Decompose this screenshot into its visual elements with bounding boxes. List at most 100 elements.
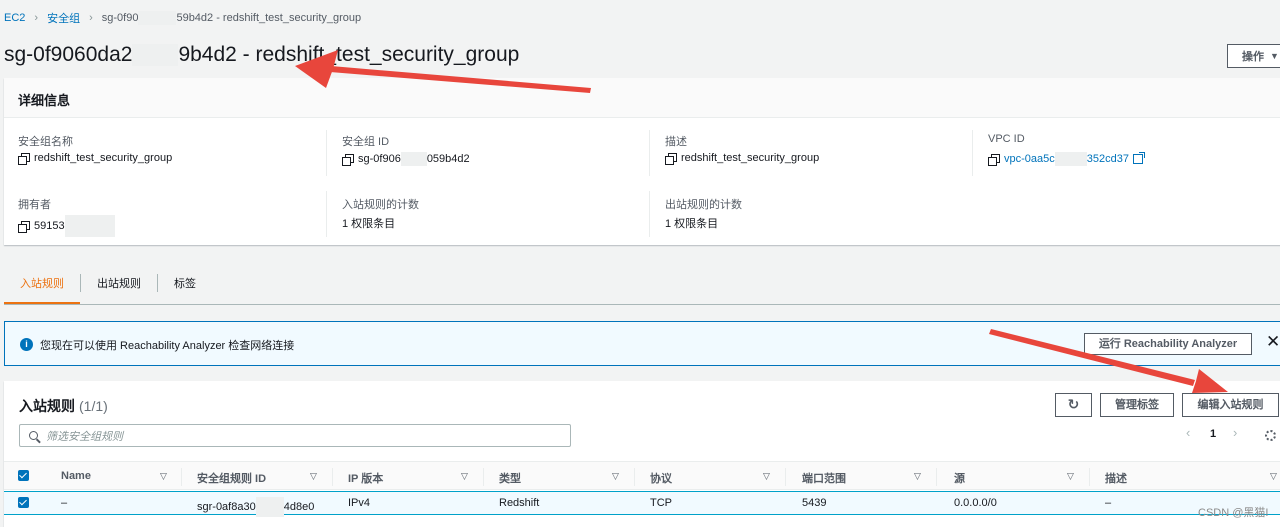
sort-caret-icon[interactable]: ▽: [310, 471, 317, 482]
redacted-mask: [1054, 152, 1087, 166]
breadcrumb-current: sg-0f90 59b4d2 - redshift_test_security_g…: [101, 11, 362, 25]
sort-caret-icon[interactable]: ▽: [612, 471, 619, 482]
page-number[interactable]: 1: [1210, 428, 1216, 440]
breadcrumb-security-groups[interactable]: 安全组: [47, 10, 80, 26]
breadcrumb: EC2 › 安全组 › sg-0f90 59b4d2 - redshift_tes…: [4, 10, 361, 26]
redacted-mask: [132, 44, 179, 67]
sort-caret-icon[interactable]: ▽: [1067, 471, 1074, 482]
chevron-right-icon: ›: [89, 12, 93, 24]
run-reachability-analyzer-button[interactable]: 运行 Reachability Analyzer: [1084, 333, 1252, 355]
column-divider: [332, 468, 333, 486]
column-divider: [181, 468, 182, 486]
field-label: 出站规则的计数: [665, 199, 742, 211]
copy-icon[interactable]: [665, 152, 677, 165]
column-divider: [483, 468, 484, 486]
column-header-port-range[interactable]: 端口范围: [802, 470, 846, 486]
cell-type: Redshift: [499, 497, 540, 509]
actions-button[interactable]: 操作 ▼: [1227, 44, 1280, 68]
cell-protocol: TCP: [650, 497, 672, 509]
copy-icon[interactable]: [342, 153, 354, 166]
column-header-source[interactable]: 源: [954, 470, 965, 486]
refresh-icon: ↻: [1067, 396, 1080, 412]
column-divider: [785, 468, 786, 486]
caret-down-icon: ▼: [1270, 51, 1279, 61]
copy-icon[interactable]: [18, 152, 30, 165]
redacted-mask: [400, 152, 427, 166]
details-panel: 详细信息 安全组名称 redshift_test_security_group …: [4, 78, 1280, 245]
column-header-description[interactable]: 描述: [1105, 470, 1127, 486]
redacted-mask: [138, 11, 177, 25]
edit-inbound-rules-button[interactable]: 编辑入站规则: [1182, 393, 1279, 417]
divider: [649, 191, 650, 237]
search-icon: [29, 431, 38, 440]
sort-caret-icon[interactable]: ▽: [160, 471, 167, 482]
field-value-sg-id: sg-0f906 059b4d2: [342, 152, 470, 166]
external-link-icon: [1132, 152, 1145, 164]
field-label: 安全组名称: [18, 136, 73, 148]
chevron-right-icon: ›: [34, 12, 39, 24]
column-divider: [634, 468, 635, 486]
tab-outbound-rules[interactable]: 出站规则: [81, 262, 157, 304]
divider: [649, 130, 650, 176]
tab-tags[interactable]: 标签: [158, 262, 212, 304]
field-label: VPC ID: [988, 133, 1025, 145]
divider: [326, 191, 327, 237]
field-value-outbound-count: 1 权限条目: [665, 218, 719, 230]
copy-icon[interactable]: [18, 220, 30, 233]
field-value-owner: 59153: [18, 215, 115, 237]
info-icon: i: [20, 338, 33, 351]
details-heading: 详细信息: [4, 78, 1280, 118]
sort-caret-icon[interactable]: ▽: [461, 471, 468, 482]
field-value-description: redshift_test_security_group: [665, 152, 819, 165]
tab-bar: 入站规则 出站规则 标签: [4, 262, 212, 305]
gear-icon[interactable]: [1265, 430, 1276, 441]
row-checkbox[interactable]: [18, 497, 29, 508]
column-divider: [936, 468, 937, 486]
cell-rule-id: sgr-0af8a30 4d8e0: [197, 497, 314, 517]
watermark: CSDN @黑猫I: [1198, 507, 1269, 519]
divider: [326, 130, 327, 176]
info-flashbar: i 您现在可以使用 Reachability Analyzer 检查网络连接 运…: [4, 321, 1280, 366]
tab-inbound-rules[interactable]: 入站规则: [4, 262, 80, 305]
field-value-sg-name: redshift_test_security_group: [18, 152, 172, 165]
field-label: 入站规则的计数: [342, 199, 419, 211]
field-label: 拥有者: [18, 199, 51, 211]
close-icon[interactable]: ✕: [1266, 332, 1280, 352]
field-value-inbound-count: 1 权限条目: [342, 218, 396, 230]
sort-caret-icon[interactable]: ▽: [763, 471, 770, 482]
table-title: 入站规则 (1/1): [19, 398, 108, 414]
sort-caret-icon[interactable]: ▽: [1270, 471, 1277, 482]
copy-icon[interactable]: [988, 153, 1000, 166]
cell-port-range: 5439: [802, 497, 827, 509]
cell-name: –: [61, 497, 68, 509]
field-label: 安全组 ID: [342, 136, 390, 148]
redacted-mask: [64, 215, 115, 237]
field-label: 描述: [665, 136, 687, 148]
page-title: sg-0f9060da2 9b4d2 - redshift_test_securi…: [4, 43, 520, 67]
column-header-ip-version[interactable]: IP 版本: [348, 470, 383, 486]
column-header-protocol[interactable]: 协议: [650, 470, 672, 486]
column-header-type[interactable]: 类型: [499, 470, 521, 486]
cell-source: 0.0.0.0/0: [954, 497, 997, 509]
table-row[interactable]: – sgr-0af8a30 4d8e0 IPv4 Redshift TCP 543…: [4, 491, 1280, 517]
refresh-button[interactable]: ↻: [1055, 393, 1092, 417]
inbound-rules-table: 入站规则 (1/1) ↻ 管理标签 编辑入站规则 筛选安全组规则 ‹ 1 › Na…: [4, 381, 1280, 527]
divider: [972, 130, 973, 176]
chevron-left-icon[interactable]: ‹: [1186, 425, 1190, 440]
vpc-link[interactable]: vpc-0aa5c 352cd37: [1004, 152, 1129, 166]
select-all-checkbox[interactable]: [18, 470, 29, 481]
search-input[interactable]: 筛选安全组规则: [19, 424, 571, 447]
breadcrumb-ec2[interactable]: EC2: [4, 12, 25, 24]
redacted-mask: [255, 497, 284, 517]
cell-description: –: [1105, 497, 1112, 509]
cell-ip-version: IPv4: [348, 497, 371, 509]
column-header-rule-id[interactable]: 安全组规则 ID: [197, 470, 266, 486]
tabs-underline: [4, 304, 1280, 305]
flash-message: 您现在可以使用 Reachability Analyzer 检查网络连接: [40, 340, 295, 352]
sort-caret-icon[interactable]: ▽: [914, 471, 921, 482]
column-divider: [1089, 468, 1090, 486]
search-placeholder: 筛选安全组规则: [46, 430, 123, 443]
column-header-name[interactable]: Name: [61, 470, 91, 482]
manage-tags-button[interactable]: 管理标签: [1100, 393, 1174, 417]
chevron-right-icon[interactable]: ›: [1233, 425, 1237, 440]
